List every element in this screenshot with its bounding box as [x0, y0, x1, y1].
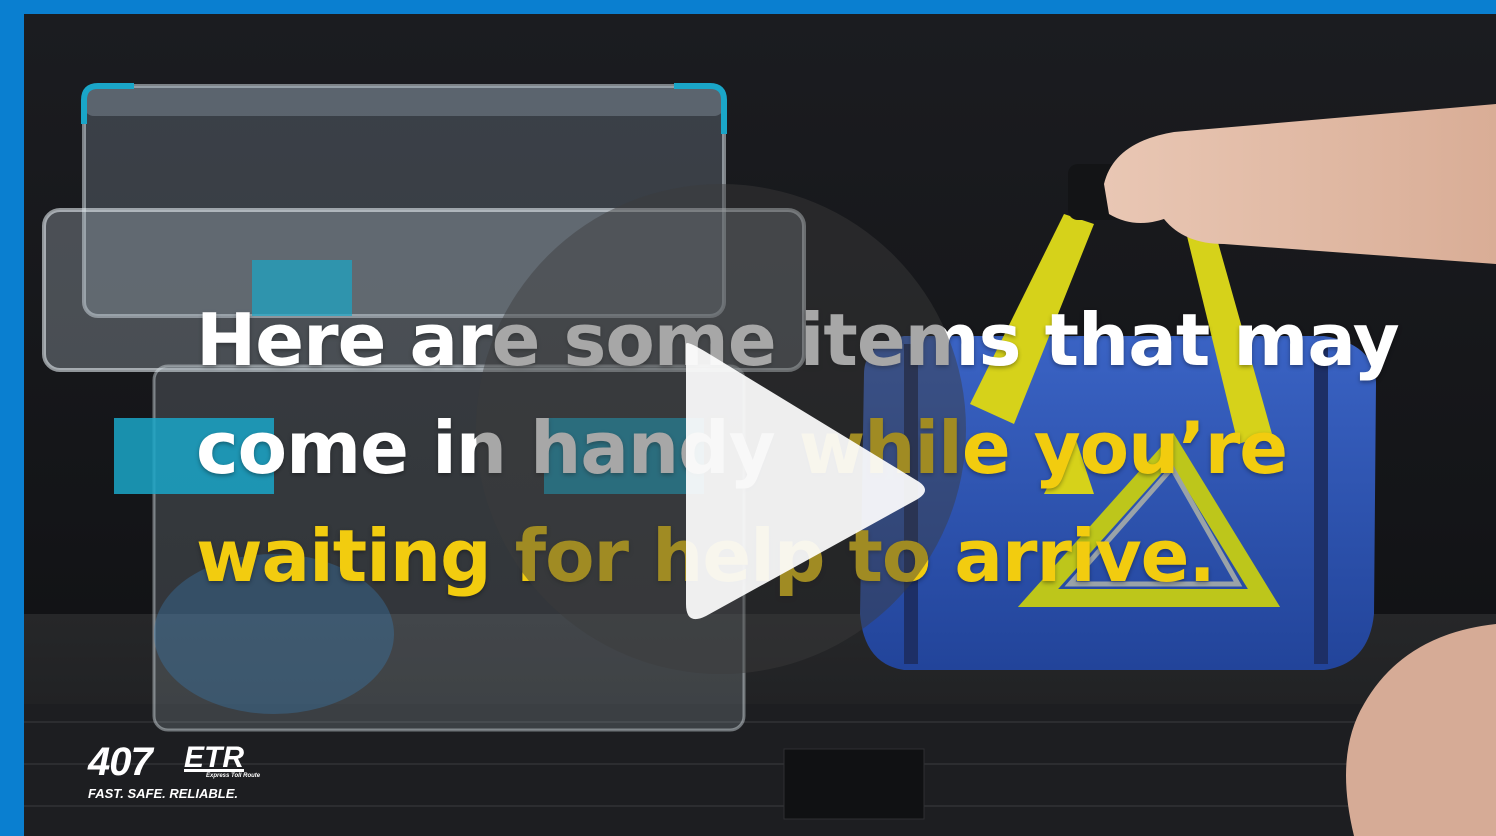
logo-brand: ETR: [184, 741, 244, 774]
logo-number: 407: [88, 740, 153, 784]
play-button[interactable]: [476, 184, 966, 674]
play-icon: [686, 343, 925, 620]
brand-logo: 407 ETR Express Toll Route FAST. SAFE. R…: [88, 740, 278, 806]
logo-subtitle: Express Toll Route: [206, 773, 261, 779]
video-frame: Here are some items that may come in han…: [0, 0, 1496, 836]
logo-tagline: FAST. SAFE. RELIABLE.: [88, 786, 238, 801]
video-player[interactable]: Here are some items that may come in han…: [24, 14, 1496, 836]
